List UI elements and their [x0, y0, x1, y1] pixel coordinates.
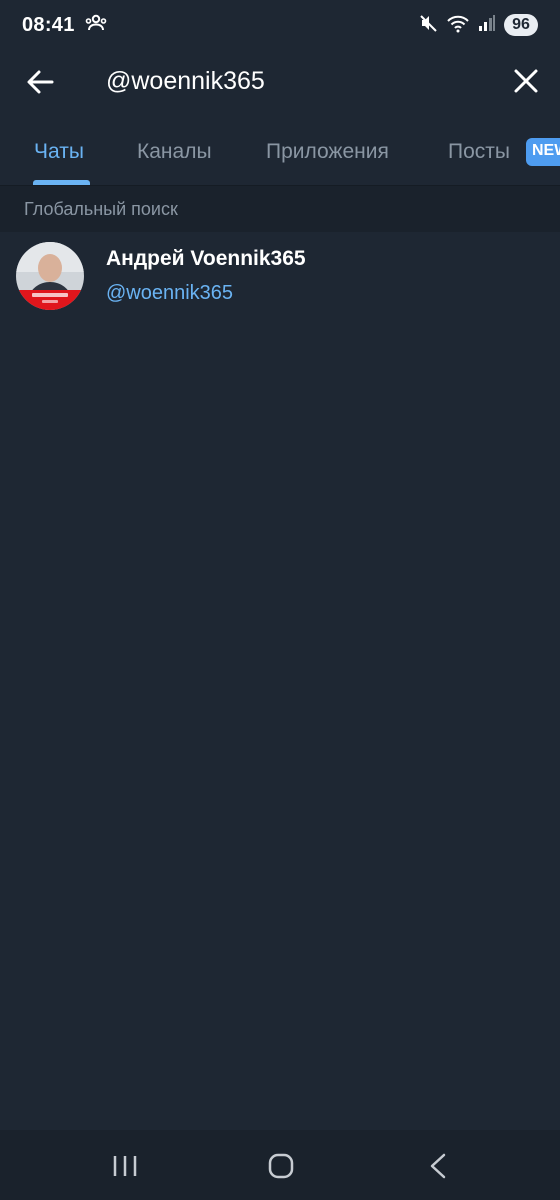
avatar [16, 242, 84, 310]
home-button[interactable] [261, 1150, 301, 1182]
back-button[interactable] [22, 64, 58, 100]
tab-chats[interactable]: Чаты [34, 140, 84, 164]
tab-posts[interactable]: Посты [448, 140, 510, 164]
search-tabs: Чаты Каналы Приложения Посты NEW [0, 124, 560, 186]
status-bar: 08:41 96 [0, 0, 560, 50]
search-result-item[interactable]: Андрей Voennik365 @woennik365 [0, 232, 560, 320]
tab-channels[interactable]: Каналы [137, 140, 212, 164]
people-icon [85, 14, 107, 37]
back-nav-button[interactable] [418, 1150, 458, 1182]
clear-search-button[interactable] [508, 63, 544, 99]
new-badge: NEW [526, 138, 560, 166]
section-header: Глобальный поиск [0, 186, 560, 232]
system-nav-bar [0, 1130, 560, 1200]
mute-icon [418, 13, 438, 38]
wifi-icon [446, 13, 470, 38]
home-icon [261, 1153, 301, 1186]
close-icon [508, 69, 544, 103]
result-name: Андрей Voennik365 [106, 247, 306, 270]
arrow-left-icon [22, 70, 58, 104]
status-left: 08:41 [22, 14, 107, 37]
status-time: 08:41 [22, 13, 75, 36]
status-right: 96 [418, 13, 538, 38]
search-header [0, 50, 560, 112]
recent-apps-icon [105, 1156, 145, 1186]
search-input[interactable] [106, 62, 486, 100]
battery-indicator: 96 [504, 14, 538, 36]
signal-icon [478, 14, 496, 37]
back-icon [418, 1153, 458, 1186]
result-username: @woennik365 [106, 282, 234, 304]
recent-apps-button[interactable] [105, 1150, 145, 1182]
tab-apps[interactable]: Приложения [266, 140, 389, 164]
